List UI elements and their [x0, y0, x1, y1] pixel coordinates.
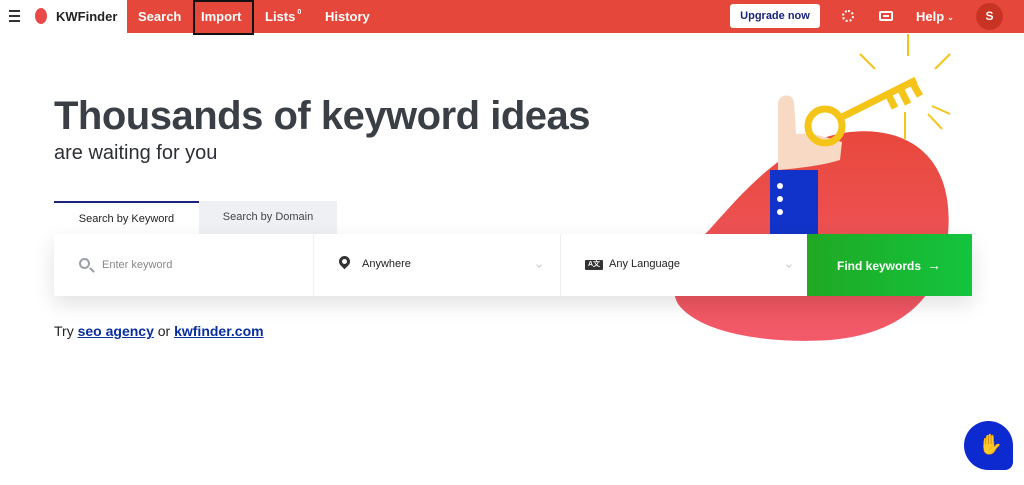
kwfinder-link[interactable]: kwfinder.com — [174, 323, 263, 339]
sleeve-buttons — [777, 183, 783, 215]
help-menu[interactable]: Help ⌄ — [916, 9, 954, 24]
sleeve-shape — [770, 170, 818, 234]
language-value: Any Language — [609, 258, 680, 270]
find-keywords-button[interactable]: Find keywords → — [807, 234, 972, 296]
language-icon: A文 — [585, 260, 603, 270]
search-icon — [79, 258, 90, 269]
location-chevron-icon — [536, 262, 542, 268]
upgrade-button[interactable]: Upgrade now — [730, 4, 820, 28]
language-select[interactable]: A文 Any Language — [560, 234, 806, 296]
keyword-search-form: Anywhere A文 Any Language Find keywords → — [54, 234, 972, 296]
arrow-right-icon: → — [927, 257, 942, 273]
nav-lists-label: Lists — [265, 9, 296, 24]
location-pin-icon — [336, 253, 353, 270]
page-title: Thousands of keyword ideas — [54, 94, 591, 138]
chevron-down-icon: ⌄ — [947, 13, 954, 23]
location-select[interactable]: Anywhere — [313, 234, 544, 296]
location-value: Anywhere — [362, 258, 411, 270]
waving-hand-icon: ✋ — [978, 434, 1003, 456]
settings-icon[interactable] — [842, 10, 854, 22]
keyword-field[interactable] — [54, 234, 298, 296]
tab-search-by-keyword[interactable]: Search by Keyword — [54, 201, 199, 234]
key-illustration — [673, 34, 951, 341]
help-label: Help — [916, 9, 945, 24]
keyword-input[interactable] — [102, 254, 287, 276]
kwfinder-logo-icon — [35, 8, 47, 24]
nav-lists[interactable]: Lists 0 — [265, 9, 301, 24]
seo-agency-link[interactable]: seo agency — [78, 323, 154, 339]
try-suggestions: Try seo agency or kwfinder.com — [54, 323, 264, 339]
hamburger-menu-icon[interactable] — [9, 10, 20, 22]
try-prefix: Try — [54, 323, 74, 339]
nav-import[interactable]: Import — [201, 9, 241, 24]
try-middle: or — [157, 323, 171, 339]
page-subtitle: are waiting for you — [54, 142, 218, 164]
brand-name: KWFinder — [56, 9, 118, 24]
find-keywords-label: Find keywords — [837, 259, 922, 273]
chat-widget-button[interactable]: ✋ — [964, 421, 1013, 470]
nav-search[interactable]: Search — [138, 9, 181, 24]
app-root: KWFinder Search Import Lists 0 History Up… — [0, 0, 1024, 485]
nav-lists-badge: 0 — [297, 9, 302, 16]
brand-area: KWFinder — [0, 0, 127, 33]
nav-history[interactable]: History — [325, 9, 370, 24]
avatar[interactable]: S — [976, 3, 1003, 30]
keyboard-icon[interactable] — [879, 11, 893, 21]
tab-search-by-domain[interactable]: Search by Domain — [199, 201, 337, 234]
top-navigation-bar: KWFinder Search Import Lists 0 History Up… — [0, 0, 1024, 35]
language-chevron-icon — [786, 262, 792, 268]
